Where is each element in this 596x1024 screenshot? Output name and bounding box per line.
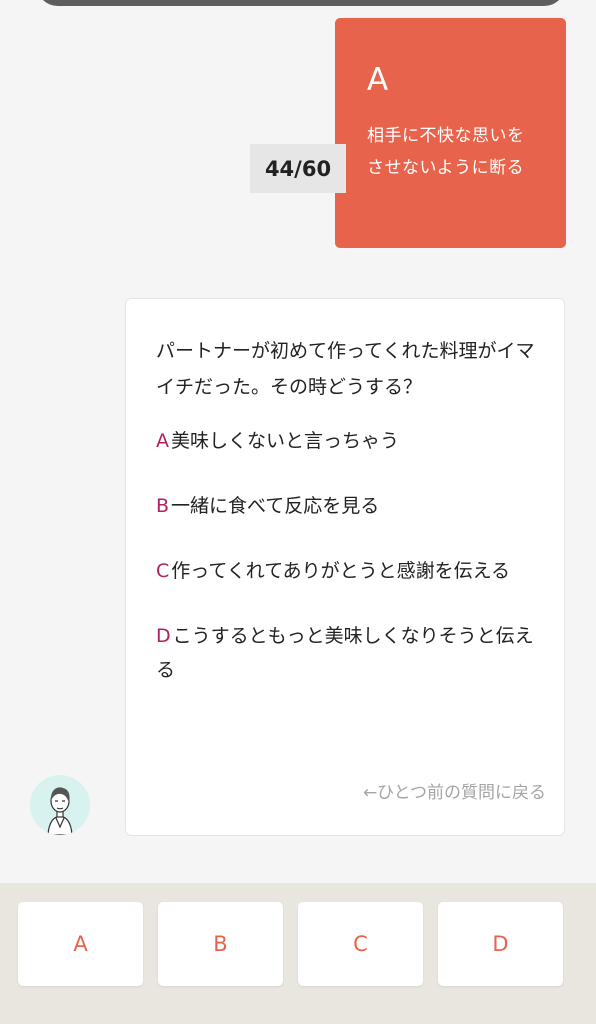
option-text-a: 美味しくないと言っちゃう (171, 430, 400, 452)
option-text-c: 作ってくれてありがとうと感謝を伝える (171, 560, 511, 582)
question-text: パートナーが初めて作ってくれた料理がイマイチだった。その時どうする？ (156, 340, 535, 398)
option-text-b: 一緒に食べて反応を見る (171, 495, 380, 517)
choice-button-c[interactable]: C (298, 902, 423, 986)
option-letter-a: A (156, 430, 169, 452)
option-text-d: こうするともっと美味しくなりそうと伝える (156, 625, 534, 681)
option-letter-c: C (156, 560, 170, 582)
selected-answer-letter: A (367, 62, 389, 98)
avatar (30, 775, 90, 835)
option-c: C 作ってくれてありがとうと感謝を伝える (156, 554, 546, 588)
choice-button-a[interactable]: A (18, 902, 143, 986)
choice-button-b[interactable]: B (158, 902, 283, 986)
option-a: A 美味しくないと言っちゃう (156, 424, 546, 458)
selected-answer-card: A 相手に不快な思いをさせないように断る (335, 18, 566, 248)
option-letter-b: B (156, 495, 170, 517)
person-illustration-icon (47, 787, 73, 835)
option-b: B 一緒に食べて反応を見る (156, 489, 546, 523)
previous-card-edge (36, 0, 566, 6)
option-letter-d: D (156, 625, 171, 647)
option-d: D こうするともっと美味しくなりそうと伝える (156, 619, 546, 687)
previous-question-link[interactable]: ←ひとつ前の質問に戻る (363, 778, 546, 803)
selected-answer-text: 相手に不快な思いをさせないように断る (367, 126, 525, 178)
choice-button-d[interactable]: D (438, 902, 563, 986)
progress-counter: 44/60 (250, 144, 346, 193)
question-card: パートナーが初めて作ってくれた料理がイマイチだった。その時どうする？ A 美味しく… (125, 298, 565, 836)
